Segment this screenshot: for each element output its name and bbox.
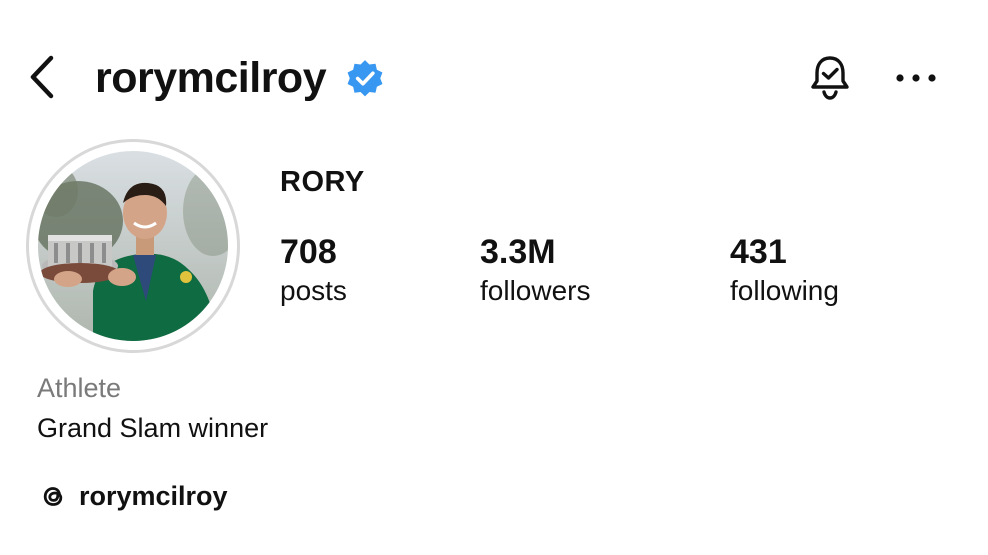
avatar-photo (38, 151, 228, 341)
stat-posts[interactable]: 708 posts (280, 232, 347, 310)
stat-followers-count: 3.3M (480, 233, 556, 271)
profile-display-name: RORY (280, 166, 365, 198)
header-username: rorymcilroy (95, 54, 327, 102)
threads-icon (43, 487, 63, 506)
stat-posts-count: 708 (280, 233, 337, 271)
profile-header: rorymcilroy (0, 36, 988, 120)
stat-following-count: 431 (730, 233, 787, 271)
avatar-image (38, 151, 228, 341)
stat-followers[interactable]: 3.3M followers (480, 232, 590, 310)
notifications-button[interactable] (805, 50, 855, 106)
threads-handle: rorymcilroy (79, 480, 228, 511)
more-options-icon (896, 74, 936, 82)
stat-following-label: following (730, 275, 839, 306)
stat-posts-label: posts (280, 275, 347, 306)
stat-following[interactable]: 431 following (730, 232, 839, 310)
bell-notification-icon (811, 56, 849, 100)
stat-followers-label: followers (480, 275, 591, 306)
back-icon (30, 55, 54, 99)
profile-category: Athlete (37, 373, 122, 403)
threads-link[interactable]: rorymcilroy (37, 480, 228, 512)
verified-badge-icon (347, 60, 383, 97)
more-options-button[interactable] (888, 60, 944, 96)
back-button[interactable] (22, 52, 62, 102)
profile-bio: Grand Slam winner (37, 413, 269, 443)
profile-avatar[interactable] (26, 139, 240, 353)
